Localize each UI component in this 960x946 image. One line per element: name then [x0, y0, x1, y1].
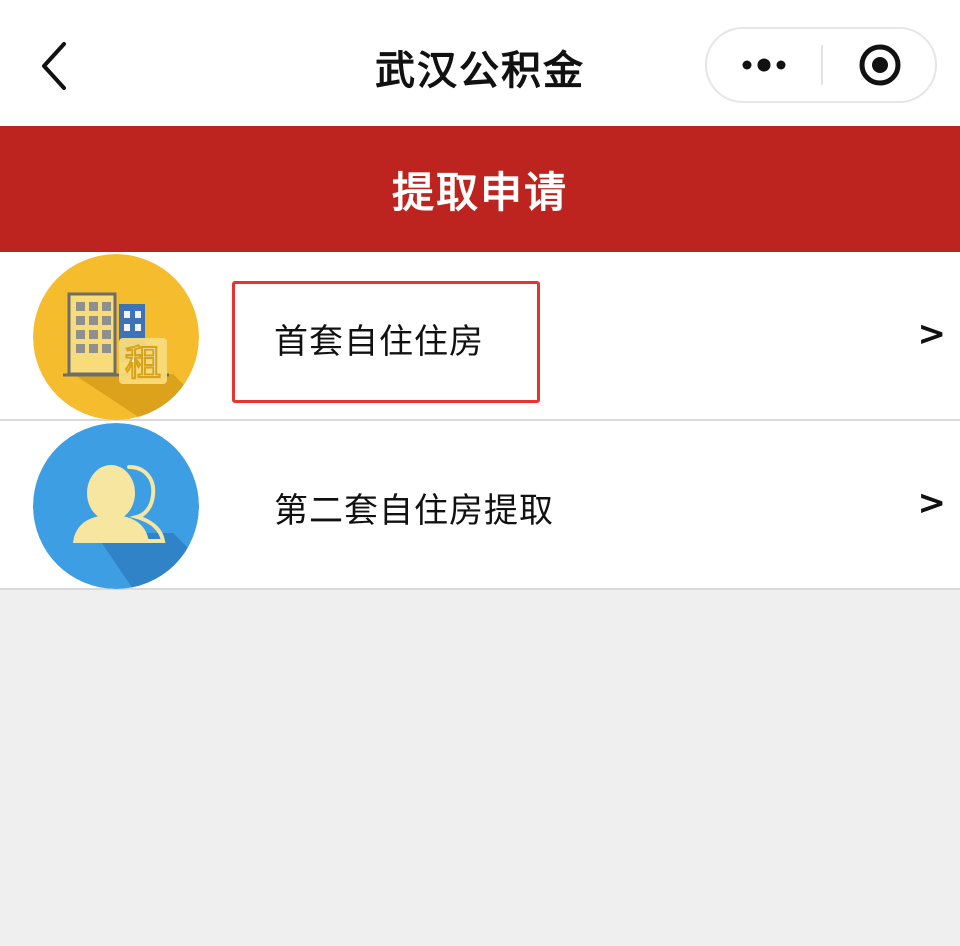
more-dots-icon — [742, 58, 786, 72]
chevron-right-icon: > — [917, 314, 947, 354]
users-icon — [33, 423, 199, 589]
withdrawal-options-list: 租 首套自住住房 > 第二套自住房提取 > — [0, 252, 960, 590]
item-label: 第二套自住房提取 — [274, 491, 554, 531]
list-item-first-home[interactable]: 租 首套自住住房 > — [0, 252, 960, 421]
section-banner: 提取申请 — [0, 126, 960, 252]
rent-badge-text: 租 — [125, 343, 161, 384]
more-button[interactable] — [707, 29, 821, 101]
banner-title: 提取申请 — [391, 167, 568, 217]
mini-program-capsule — [705, 27, 937, 103]
navigation-bar: 武汉公积金 — [0, 0, 960, 126]
highlight-annotation-box — [232, 281, 540, 403]
target-circle-icon — [859, 44, 901, 86]
chevron-right-icon: > — [917, 483, 947, 523]
close-button[interactable] — [823, 29, 937, 101]
building-rent-icon: 租 — [33, 254, 199, 420]
list-item-second-home[interactable]: 第二套自住房提取 > — [0, 421, 960, 590]
